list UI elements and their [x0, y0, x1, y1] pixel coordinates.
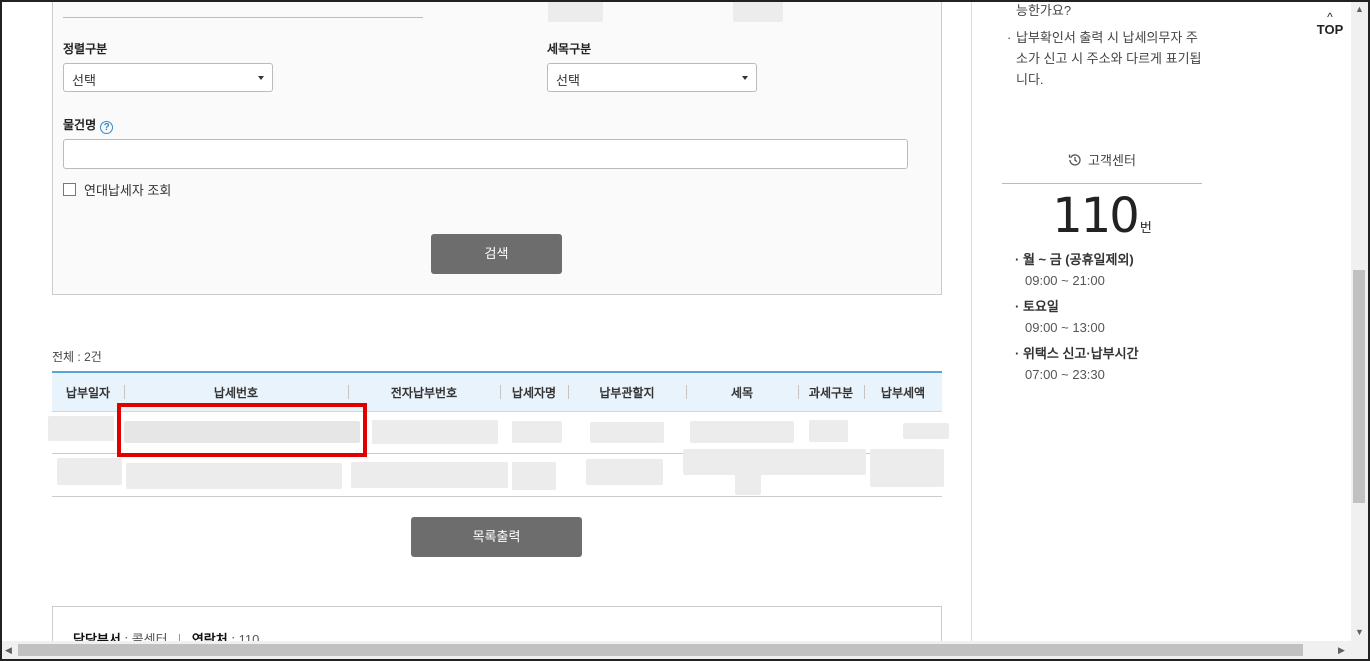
window-frame — [0, 0, 1370, 661]
